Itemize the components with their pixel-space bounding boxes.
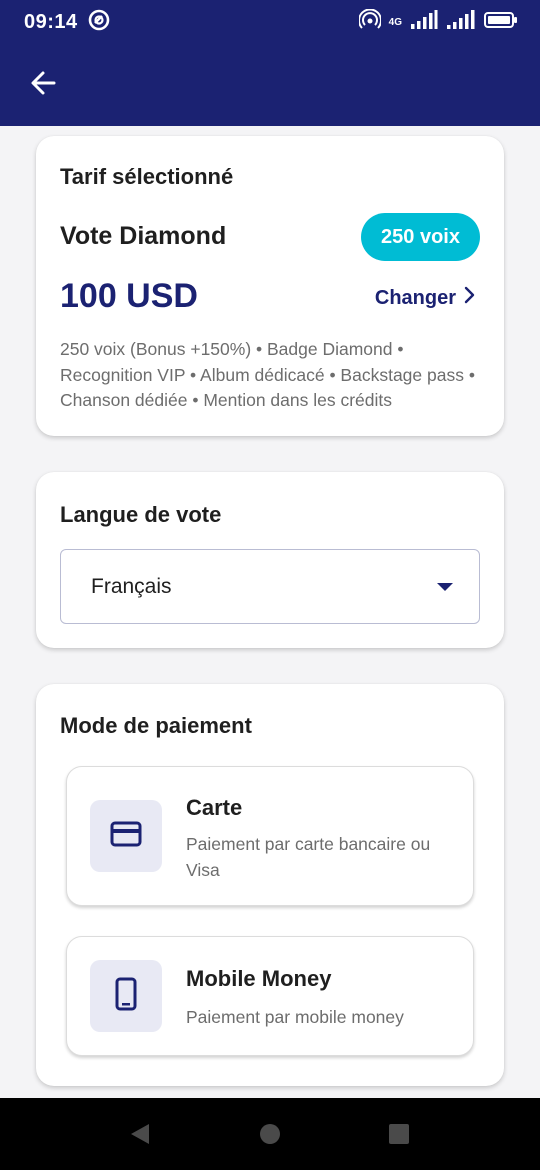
language-select-value: Français <box>91 574 172 598</box>
credit-card-icon <box>110 821 142 852</box>
payment-option-description: Paiement par carte bancaire ou Visa <box>186 834 431 880</box>
hotspot-icon <box>357 8 382 36</box>
payment-option-title: Mobile Money <box>186 966 332 991</box>
signal-icon <box>410 9 438 35</box>
home-circle-icon[interactable] <box>258 1122 282 1151</box>
arrow-left-icon <box>29 69 57 102</box>
payment-option-mobile-money[interactable]: Mobile Money Paiement par mobile money <box>66 936 474 1056</box>
vpn-key-icon <box>88 9 110 36</box>
language-select[interactable]: Français <box>60 549 480 624</box>
app-bar <box>0 44 540 126</box>
signal-icon <box>446 9 476 35</box>
payment-card: Mode de paiement Carte Paiement par cart… <box>36 684 504 1086</box>
content-scroll[interactable]: Tarif sélectionné Vote Diamond 250 voix … <box>0 126 540 1098</box>
price: 100 USD <box>60 277 198 315</box>
smartphone-icon <box>114 977 138 1016</box>
votes-badge: 250 voix <box>361 213 480 261</box>
change-button[interactable]: Changer <box>375 286 476 310</box>
network-type: 4G <box>388 16 402 28</box>
chevron-right-icon <box>464 286 476 310</box>
back-triangle-icon[interactable] <box>128 1122 152 1151</box>
change-label: Changer <box>374 286 456 309</box>
language-card: Langue de vote Français <box>36 472 504 648</box>
dropdown-arrow-icon <box>437 582 453 591</box>
recents-square-icon[interactable] <box>387 1122 411 1151</box>
tariff-card: Tarif sélectionné Vote Diamond 250 voix … <box>36 136 504 436</box>
language-title: Langue de vote <box>60 502 222 527</box>
status-time: 09:14 <box>24 10 78 33</box>
battery-icon <box>484 11 518 34</box>
status-bar: 09:14 4G <box>0 0 540 44</box>
payment-option-description: Paiement par mobile money <box>186 1007 404 1027</box>
back-button[interactable] <box>26 68 60 102</box>
payment-icon-box <box>90 800 162 872</box>
payment-icon-box <box>90 960 162 1032</box>
plan-name: Vote Diamond <box>60 222 227 250</box>
system-nav-bar <box>0 1098 540 1170</box>
plan-description: 250 voix (Bonus +150%) • Badge Diamond •… <box>60 339 475 410</box>
payment-title: Mode de paiement <box>60 713 252 738</box>
payment-option-card[interactable]: Carte Paiement par carte bancaire ou Vis… <box>66 766 474 906</box>
payment-option-title: Carte <box>186 795 243 820</box>
tariff-title: Tarif sélectionné <box>60 164 234 189</box>
